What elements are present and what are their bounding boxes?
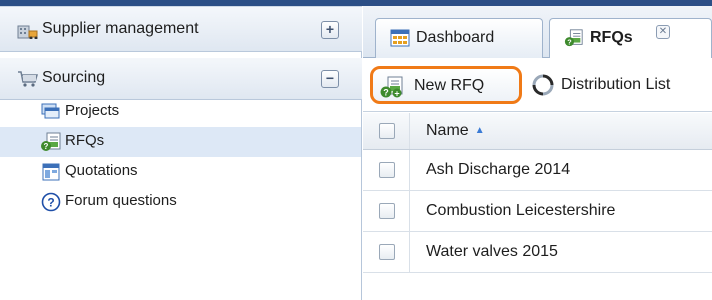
quotations-icon <box>42 163 60 181</box>
row-select-cell <box>363 150 410 190</box>
row-name[interactable]: Combustion Leicestershire <box>426 202 615 220</box>
button-label: New RFQ <box>414 77 485 94</box>
sidebar-item-projects[interactable]: Projects <box>0 100 361 127</box>
row-select-cell <box>363 232 410 272</box>
table-row[interactable]: Water valves 2015 <box>363 232 712 273</box>
section-label: Supplier management <box>42 20 199 37</box>
distribution-list-button[interactable]: Distribution List <box>531 73 712 99</box>
sort-ascending-icon: ▲ <box>474 125 485 136</box>
table-header: Name ▲ <box>363 113 712 150</box>
expand-button[interactable]: + <box>321 21 339 39</box>
svg-text:?: ? <box>44 142 49 151</box>
dashboard-icon <box>390 29 410 47</box>
section-header-sourcing[interactable]: Sourcing − <box>0 58 362 100</box>
row-name[interactable]: Water valves 2015 <box>426 243 558 261</box>
row-name[interactable]: Ash Discharge 2014 <box>426 161 570 179</box>
row-select-cell <box>363 191 410 231</box>
row-checkbox[interactable] <box>379 162 395 178</box>
sidebar-item-label: Forum questions <box>65 192 177 209</box>
toolbar: ? + New RFQ Distribution List <box>363 58 712 112</box>
table-row[interactable]: Combustion Leicestershire <box>363 191 712 232</box>
sidebar-item-label: Quotations <box>65 162 138 179</box>
sourcing-nav: Projects ? RFQs Quotations ? Forum quest… <box>0 100 361 217</box>
sidebar-item-label: Projects <box>65 102 120 119</box>
button-label: Distribution List <box>561 76 671 93</box>
select-all-checkbox[interactable] <box>379 123 395 139</box>
tab-strip: Dashboard ? RFQs ✕ <box>363 6 712 59</box>
close-tab-icon[interactable]: ✕ <box>656 25 670 39</box>
collapse-button[interactable]: − <box>321 70 339 88</box>
sidebar-item-forum-questions[interactable]: ? Forum questions <box>0 187 361 217</box>
sidebar: Supplier management + Sourcing − Project… <box>0 6 362 300</box>
rfq-table: Name ▲ Ash Discharge 2014 Combustion Leic… <box>363 113 712 273</box>
tab-label: RFQs <box>590 29 633 46</box>
new-rfq-icon: ? + <box>380 76 403 99</box>
section-label: Sourcing <box>42 69 106 86</box>
building-truck-icon <box>17 25 38 39</box>
row-checkbox[interactable] <box>379 203 395 219</box>
tab-rfqs[interactable]: ? RFQs ✕ <box>549 18 712 59</box>
svg-text:?: ? <box>47 196 54 210</box>
rfq-document-icon: ? <box>41 132 61 151</box>
refresh-cycle-icon <box>532 74 554 96</box>
table-row[interactable]: Ash Discharge 2014 <box>363 150 712 191</box>
select-all-cell <box>363 113 410 149</box>
section-header-supplier-management[interactable]: Supplier management + <box>0 6 362 52</box>
sidebar-item-rfqs[interactable]: ? RFQs <box>0 127 361 157</box>
question-circle-icon: ? <box>41 192 61 212</box>
projects-icon <box>41 103 60 119</box>
svg-text:?: ? <box>567 37 572 46</box>
tab-dashboard[interactable]: Dashboard <box>375 18 543 58</box>
main-panel: Dashboard ? RFQs ✕ ? + New RFQ Distribut… <box>363 6 712 300</box>
column-header-name[interactable]: Name ▲ <box>426 122 485 140</box>
svg-text:+: + <box>394 89 399 99</box>
tab-label: Dashboard <box>416 29 495 46</box>
row-checkbox[interactable] <box>379 244 395 260</box>
svg-text:?: ? <box>383 88 389 98</box>
rfq-document-icon: ? <box>564 29 583 46</box>
new-rfq-button[interactable]: ? + New RFQ <box>370 66 522 104</box>
sidebar-item-quotations[interactable]: Quotations <box>0 157 361 187</box>
sidebar-item-label: RFQs <box>65 132 105 149</box>
shopping-cart-icon <box>18 71 38 87</box>
column-header-label: Name <box>426 122 469 139</box>
